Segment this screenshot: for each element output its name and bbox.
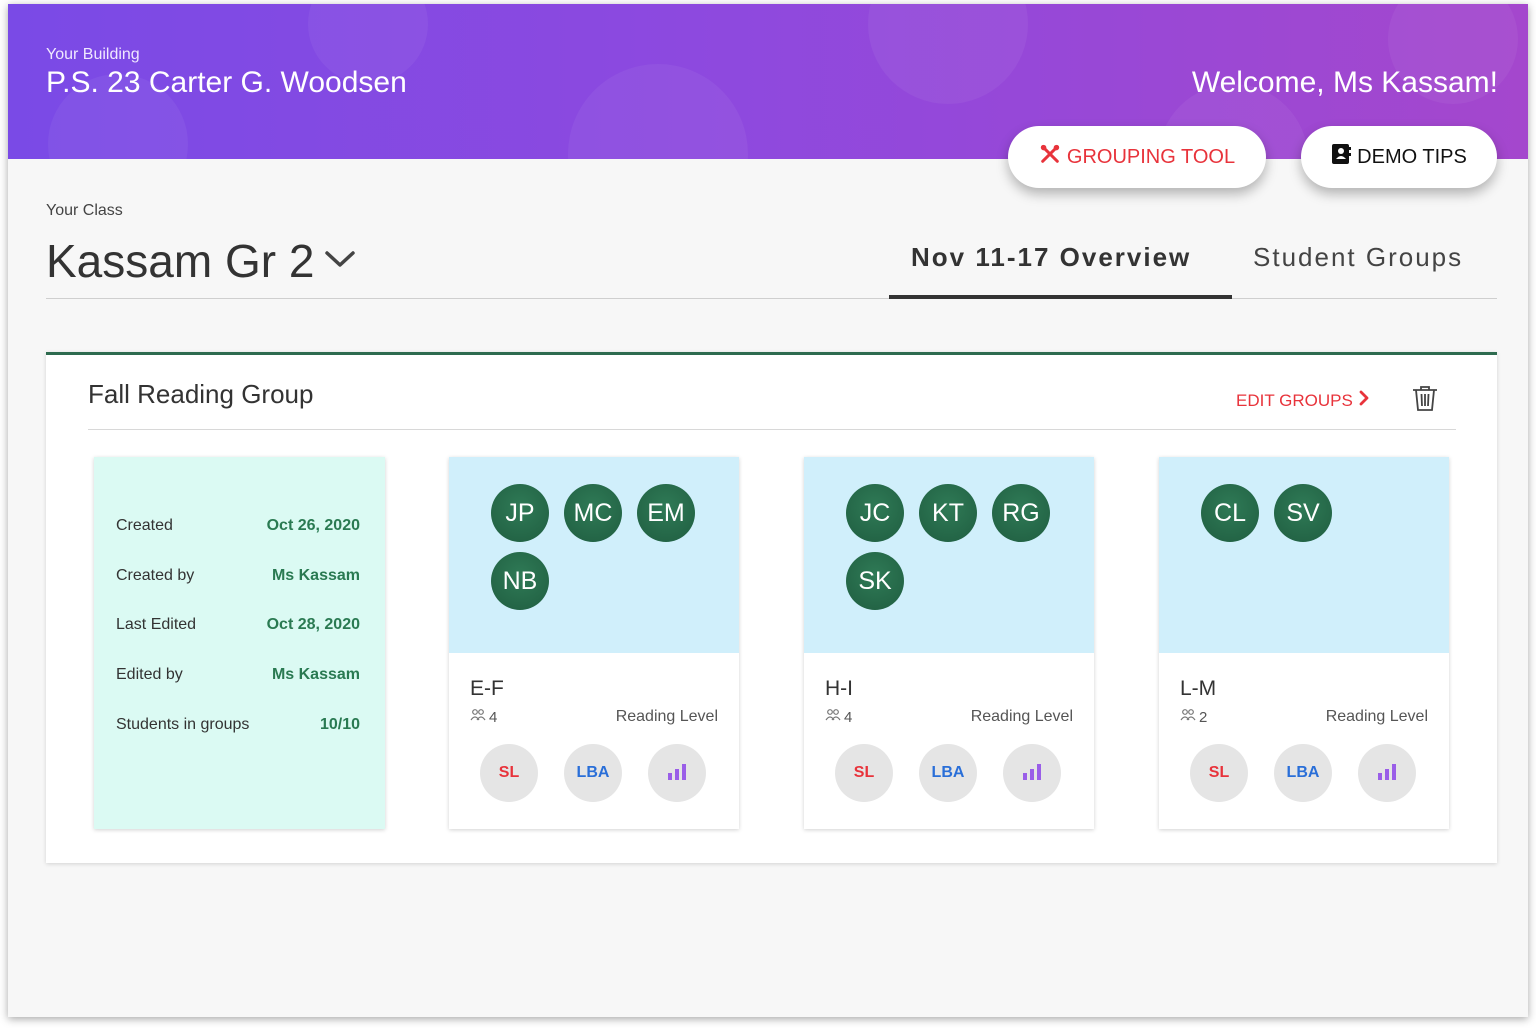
info-value: Oct 26, 2020 [266, 517, 360, 534]
group-set-panel: Fall Reading Group EDIT GROUPS Created O… [46, 352, 1497, 863]
group-set-title: Fall Reading Group [88, 379, 314, 409]
info-key: Last Edited [116, 616, 197, 633]
student-avatar[interactable]: NB [491, 552, 549, 610]
people-icon [1180, 708, 1196, 726]
student-avatar[interactable]: SK [846, 552, 904, 610]
edit-groups-link[interactable]: EDIT GROUPS [1236, 390, 1369, 411]
tab-student-groups[interactable]: Student Groups [1253, 242, 1463, 273]
people-icon [825, 708, 841, 726]
info-row-created: Created Oct 26, 2020 [116, 517, 360, 535]
group-students-area: JP MC EM NB [449, 457, 739, 653]
info-row-last-edited: Last Edited Oct 28, 2020 [116, 616, 360, 634]
student-avatar[interactable]: EM [637, 484, 695, 542]
group-level: H-I [825, 677, 853, 700]
bar-chart-icon [1377, 762, 1397, 785]
student-avatar[interactable]: JC [846, 484, 904, 542]
student-avatar[interactable]: CL [1201, 484, 1259, 542]
chevron-right-icon [1359, 390, 1369, 411]
tab-overview[interactable]: Nov 11-17 Overview [911, 242, 1191, 273]
app-window: Your Building P.S. 23 Carter G. Woodsen … [8, 4, 1528, 1017]
chart-button[interactable] [1003, 744, 1061, 802]
class-name: Kassam Gr 2 [46, 235, 315, 287]
info-key: Created [116, 517, 173, 534]
welcome-message: Welcome, Ms Kassam! [1191, 66, 1498, 99]
group-students-area: CL SV [1159, 457, 1449, 653]
info-key: Edited by [116, 666, 183, 683]
group-count: 4 [825, 708, 852, 726]
tools-icon [1039, 143, 1061, 171]
panel-divider [88, 429, 1456, 430]
info-value: Ms Kassam [271, 567, 360, 584]
contact-book-icon [1331, 143, 1352, 171]
info-row-students-in-groups: Students in groups 10/10 [116, 716, 360, 734]
group-count-value: 4 [489, 708, 498, 726]
people-icon [470, 708, 486, 726]
student-avatar[interactable]: SV [1274, 484, 1332, 542]
chevron-down-icon [324, 249, 356, 274]
demo-tips-label: DEMO TIPS [1357, 145, 1467, 168]
edit-groups-label: EDIT GROUPS [1236, 390, 1353, 410]
group-count-value: 2 [1199, 708, 1208, 726]
sl-button[interactable]: SL [835, 744, 893, 802]
lba-button[interactable]: LBA [1274, 744, 1332, 802]
group-set-info-card: Created Oct 26, 2020 Created by Ms Kassa… [94, 457, 385, 829]
lba-button[interactable]: LBA [564, 744, 622, 802]
chart-button[interactable] [648, 744, 706, 802]
info-row-created-by: Created by Ms Kassam [116, 567, 360, 585]
bar-chart-icon [667, 762, 687, 785]
lba-button[interactable]: LBA [919, 744, 977, 802]
building-name: P.S. 23 Carter G. Woodsen [46, 66, 407, 99]
group-metric: Reading Level [970, 708, 1073, 725]
group-metric: Reading Level [1325, 708, 1428, 725]
group-card[interactable]: CL SV L-M 2 Reading Level SL LBA [1159, 457, 1449, 829]
info-key: Students in groups [116, 716, 250, 733]
building-label: Your Building [46, 46, 140, 63]
info-value: Ms Kassam [271, 666, 360, 683]
info-value: 10/10 [319, 716, 360, 733]
group-count: 2 [1180, 708, 1207, 726]
group-card[interactable]: JP MC EM NB E-F 4 Reading Level SL LBA [449, 457, 739, 829]
student-avatar[interactable]: JP [491, 484, 549, 542]
header-banner: Your Building P.S. 23 Carter G. Woodsen … [8, 4, 1528, 159]
bar-chart-icon [1022, 762, 1042, 785]
chart-button[interactable] [1358, 744, 1416, 802]
sl-button[interactable]: SL [480, 744, 538, 802]
info-value: Oct 28, 2020 [266, 616, 360, 633]
trash-icon[interactable] [1410, 383, 1440, 418]
student-avatar[interactable]: KT [919, 484, 977, 542]
sl-button[interactable]: SL [1190, 744, 1248, 802]
group-level: E-F [470, 677, 504, 700]
student-avatar[interactable]: RG [992, 484, 1050, 542]
group-count-value: 4 [844, 708, 853, 726]
group-card[interactable]: JC KT RG SK H-I 4 Reading Level SL LBA [804, 457, 1094, 829]
info-row-edited-by: Edited by Ms Kassam [116, 666, 360, 684]
group-level: L-M [1180, 677, 1217, 700]
group-count: 4 [470, 708, 497, 726]
group-metric: Reading Level [615, 708, 718, 725]
active-tab-indicator [889, 295, 1232, 299]
class-selector[interactable]: Kassam Gr 2 [46, 234, 356, 288]
info-key: Created by [116, 567, 195, 584]
student-avatar[interactable]: MC [564, 484, 622, 542]
tabs-divider [46, 298, 1497, 299]
grouping-tool-label: GROUPING TOOL [1066, 145, 1236, 168]
class-label: Your Class [46, 202, 123, 219]
demo-tips-button[interactable]: DEMO TIPS [1301, 126, 1497, 188]
grouping-tool-button[interactable]: GROUPING TOOL [1008, 126, 1266, 188]
group-students-area: JC KT RG SK [804, 457, 1094, 653]
